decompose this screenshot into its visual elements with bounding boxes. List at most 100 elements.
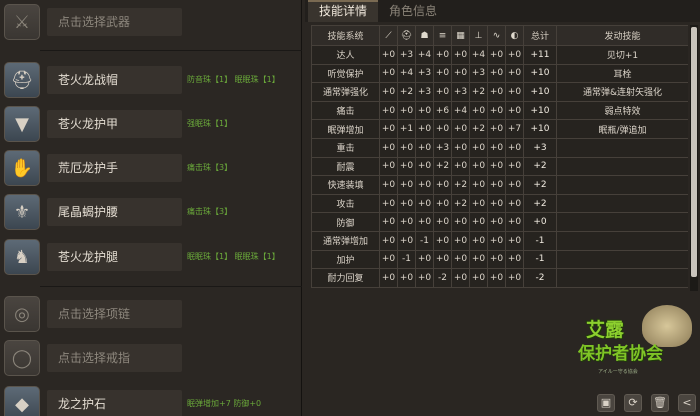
table-row: 眠弹增加 +0 +1 +0 +0 +0 +2 +0 +7 +10 眠瓶/弹追加 xyxy=(311,119,688,139)
point-cell: +0 xyxy=(379,249,398,270)
skill-system-cell: 耐力回复 xyxy=(311,268,380,288)
point-cell: +0 xyxy=(487,175,506,195)
point-cell: -1 xyxy=(397,249,416,270)
necklace-icon: ∿ xyxy=(487,25,506,46)
ring-icon[interactable]: ◯ xyxy=(4,340,40,376)
point-cell: +0 xyxy=(433,230,452,251)
helmet-icon[interactable]: ⛑ xyxy=(4,62,40,98)
header-system: 技能系统 xyxy=(311,25,380,46)
table-row: 通常弹增加 +0 +0 -1 +0 +0 +0 +0 +0 -1 xyxy=(311,230,688,251)
scrollbar-thumb[interactable] xyxy=(691,27,697,277)
waist-armor-icon[interactable]: ⚜ xyxy=(4,194,40,230)
share-button[interactable]: < xyxy=(678,394,696,412)
point-cell: +0 xyxy=(415,212,434,232)
point-cell: +0 xyxy=(487,63,506,84)
point-cell: -1 xyxy=(415,230,434,251)
tab-skill-details[interactable]: 技能详情 xyxy=(308,0,378,22)
slot-name[interactable]: 荒厄龙护手 xyxy=(47,154,182,182)
logo: 艾露 保护者协会 アイルー守る協会 xyxy=(572,305,696,387)
slot-name[interactable]: 苍火龙战帽 xyxy=(47,66,182,94)
slot-name[interactable]: 点击选择项链 xyxy=(47,300,182,328)
chest-armor-icon[interactable]: ▼ xyxy=(4,106,40,142)
skill-table: 技能系统 ⟋ ⛑ ☗ ≡ ▦ ⊥ ∿ ◐ 总计 发动技能 达人 +0 +3 +4 +0 +0 +4 +0 +0 +11… xyxy=(311,25,688,288)
slot-name[interactable]: 点击选择武器 xyxy=(47,8,182,36)
charm-icon[interactable]: ◆ xyxy=(4,386,40,416)
point-cell: +3 xyxy=(415,63,434,84)
save-button[interactable]: ▣ xyxy=(597,394,615,412)
point-cell: +0 xyxy=(397,175,416,195)
slot-decorations: 痛击珠【3】 xyxy=(187,207,233,216)
slot-name[interactable]: 尾晶蝎护腰 xyxy=(47,198,182,226)
equipment-slot[interactable]: ▼ 苍火龙护甲 强眠珠【1】 xyxy=(0,104,302,144)
point-cell: +0 xyxy=(397,212,416,232)
table-row: 耐力回复 +0 +0 +0 -2 +0 +0 +0 +0 -2 xyxy=(311,268,688,288)
point-cell: +0 xyxy=(415,249,434,270)
equipment-slot[interactable]: ✋ 荒厄龙护手 痛击珠【3】 xyxy=(0,148,302,188)
point-cell: +0 xyxy=(487,230,506,251)
delete-button[interactable]: 🗑 xyxy=(651,394,669,412)
slot-name[interactable]: 龙之护石 xyxy=(47,390,182,416)
activated-skill-cell xyxy=(556,156,688,177)
equipment-slot[interactable]: ◯ 点击选择戒指 xyxy=(0,338,302,378)
slot-decorations: 防音珠【1】 眠眠珠【1】 xyxy=(187,75,280,84)
logo-line2: 保护者协会 xyxy=(578,344,663,364)
slot-decorations: 痛击珠【3】 xyxy=(187,163,233,172)
point-cell: +0 xyxy=(505,137,524,158)
point-cell: +0 xyxy=(397,137,416,158)
point-cell: +0 xyxy=(469,175,488,195)
activated-skill-cell xyxy=(556,212,688,232)
arm-icon: ≡ xyxy=(433,25,452,46)
table-row: 听觉保护 +0 +4 +3 +0 +0 +3 +0 +0 +10 耳栓 xyxy=(311,63,688,84)
point-cell: +0 xyxy=(415,175,434,195)
weapon-icon[interactable]: ⚔ xyxy=(4,4,40,40)
point-cell: +2 xyxy=(433,156,452,177)
refresh-button[interactable]: ⟳ xyxy=(624,394,642,412)
total-cell: +2 xyxy=(523,175,557,195)
point-cell: +0 xyxy=(397,268,416,288)
equipment-slot[interactable]: ◆ 龙之护石 眠弹增加+7 防御+0 xyxy=(0,384,302,416)
equipment-slot[interactable]: ⛑ 苍火龙战帽 防音珠【1】 眠眠珠【1】 xyxy=(0,60,302,100)
equipment-slot[interactable]: ⚜ 尾晶蝎护腰 痛击珠【3】 xyxy=(0,192,302,232)
point-cell: +0 xyxy=(487,268,506,288)
point-cell: +0 xyxy=(379,212,398,232)
skill-system-cell: 重击 xyxy=(311,137,380,158)
leg-armor-icon[interactable]: ♞ xyxy=(4,239,40,275)
point-cell: +0 xyxy=(415,193,434,214)
point-cell: +0 xyxy=(505,63,524,84)
activated-skill-cell xyxy=(556,175,688,195)
activated-skill-cell xyxy=(556,193,688,214)
point-cell: +0 xyxy=(379,268,398,288)
table-scrollbar[interactable] xyxy=(690,25,698,291)
point-cell: +0 xyxy=(487,137,506,158)
activated-skill-cell xyxy=(556,137,688,158)
table-header-row: 技能系统 ⟋ ⛑ ☗ ≡ ▦ ⊥ ∿ ◐ 总计 发动技能 xyxy=(311,25,688,46)
necklace-icon[interactable]: ◎ xyxy=(4,296,40,332)
point-cell: +0 xyxy=(469,268,488,288)
point-cell: +0 xyxy=(433,45,452,65)
point-cell: +2 xyxy=(451,175,470,195)
gauntlet-icon[interactable]: ✋ xyxy=(4,150,40,186)
point-cell: +0 xyxy=(469,156,488,177)
point-cell: +0 xyxy=(397,193,416,214)
point-cell: +0 xyxy=(397,156,416,177)
point-cell: +4 xyxy=(469,45,488,65)
point-cell: +0 xyxy=(505,175,524,195)
table-row: 加护 +0 -1 +0 +0 +0 +0 +0 +0 -1 xyxy=(311,249,688,270)
slot-decorations: 眠眠珠【1】 眠眠珠【1】 xyxy=(187,252,280,261)
point-cell: +0 xyxy=(379,63,398,84)
point-cell: +0 xyxy=(469,137,488,158)
slot-name[interactable]: 苍火龙护甲 xyxy=(47,110,182,138)
point-cell: +0 xyxy=(487,100,506,121)
equipment-slot[interactable]: ◎ 点击选择项链 xyxy=(0,294,302,334)
equipment-slot[interactable]: ♞ 苍火龙护腿 眠眠珠【1】 眠眠珠【1】 xyxy=(0,237,302,277)
table-row: 通常弹强化 +0 +2 +3 +0 +3 +2 +0 +0 +10 通常弹&连射矢强化 xyxy=(311,82,688,102)
slot-name[interactable]: 点击选择戒指 xyxy=(47,344,182,372)
total-cell: +2 xyxy=(523,156,557,177)
equipment-slot[interactable]: ⚔ 点击选择武器 xyxy=(0,2,302,42)
point-cell: +4 xyxy=(415,45,434,65)
point-cell: +3 xyxy=(397,45,416,65)
point-cell: +4 xyxy=(397,63,416,84)
tab-character-info[interactable]: 角色信息 xyxy=(378,0,448,22)
point-cell: +0 xyxy=(487,45,506,65)
slot-name[interactable]: 苍火龙护腿 xyxy=(47,243,182,271)
